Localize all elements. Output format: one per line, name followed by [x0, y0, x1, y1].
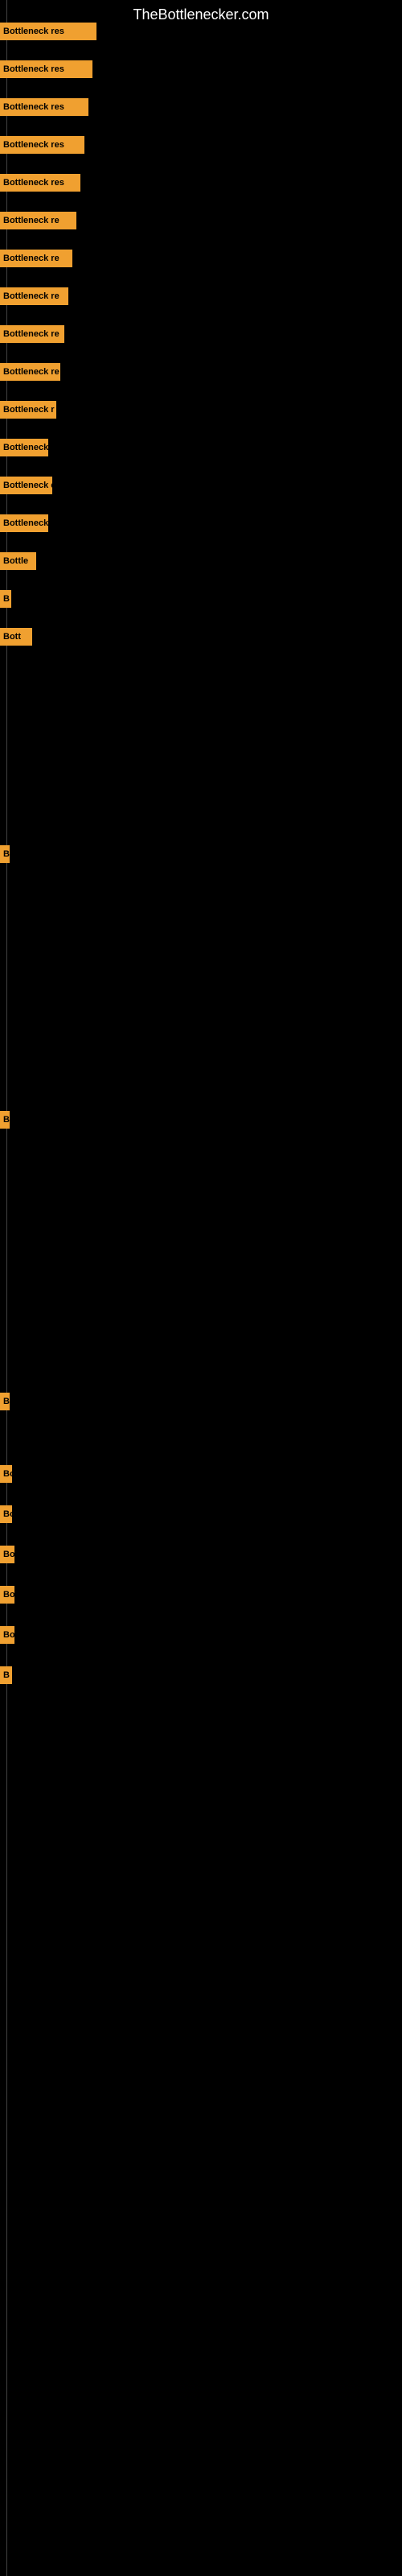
- bar-label: Bottle: [0, 552, 36, 570]
- bar-item: Bottleneck re: [0, 250, 72, 267]
- bar-label: Bottleneck c: [0, 477, 52, 494]
- bar-item: Bot: [0, 1546, 14, 1563]
- bar-item: Bottleneck res: [0, 60, 92, 78]
- bar-item: Bottle: [0, 552, 36, 570]
- bar-item: B: [0, 845, 10, 863]
- bar-item: Bottleneck r: [0, 401, 56, 419]
- bar-label: Bo: [0, 1505, 12, 1523]
- bar-label: Bottleneck re: [0, 250, 72, 267]
- bar-item: Bottleneck res: [0, 98, 88, 116]
- bar-label: B: [0, 590, 11, 608]
- bar-item: Bottleneck re: [0, 363, 60, 381]
- bar-item: Bott: [0, 1586, 14, 1604]
- bar-label: Bottleneck: [0, 514, 48, 532]
- bar-item: B: [0, 1393, 10, 1410]
- bar-label: Bottleneck re: [0, 363, 60, 381]
- bar-item: B: [0, 1666, 12, 1684]
- bar-item: B: [0, 1111, 10, 1129]
- bar-item: Bo: [0, 1505, 12, 1523]
- bar-label: Bottleneck re: [0, 325, 64, 343]
- bar-label: Bottleneck re: [0, 212, 76, 229]
- bar-label: Bot: [0, 1546, 14, 1563]
- bar-item: Bottleneck re: [0, 212, 76, 229]
- bar-item: Bottleneck res: [0, 174, 80, 192]
- bar-label: Bottleneck res: [0, 174, 80, 192]
- bar-item: Bottleneck: [0, 514, 48, 532]
- bar-label: Bottleneck res: [0, 60, 92, 78]
- bar-label: Bo: [0, 1465, 12, 1483]
- bar-label: Bottleneck re: [0, 287, 68, 305]
- bar-item: Bo: [0, 1465, 12, 1483]
- bar-item: Bottleneck: [0, 439, 48, 456]
- bar-label: Bott: [0, 1586, 14, 1604]
- bar-label: Bottleneck res: [0, 136, 84, 154]
- bar-label: B: [0, 845, 10, 863]
- bar-item: Bottleneck res: [0, 23, 96, 40]
- bar-label: Bott: [0, 1626, 14, 1644]
- bar-item: Bottleneck c: [0, 477, 52, 494]
- bar-label: Bottleneck res: [0, 23, 96, 40]
- bar-label: Bottleneck: [0, 439, 48, 456]
- bar-label: B: [0, 1393, 10, 1410]
- bar-label: B: [0, 1666, 12, 1684]
- bar-label: B: [0, 1111, 10, 1129]
- bar-item: Bott: [0, 1626, 14, 1644]
- vertical-line: [6, 0, 7, 2576]
- bar-label: Bott: [0, 628, 32, 646]
- bar-item: Bottleneck res: [0, 136, 84, 154]
- bar-item: B: [0, 590, 11, 608]
- bar-item: Bottleneck re: [0, 287, 68, 305]
- bar-label: Bottleneck r: [0, 401, 56, 419]
- bar-label: Bottleneck res: [0, 98, 88, 116]
- bar-item: Bott: [0, 628, 32, 646]
- bar-item: Bottleneck re: [0, 325, 64, 343]
